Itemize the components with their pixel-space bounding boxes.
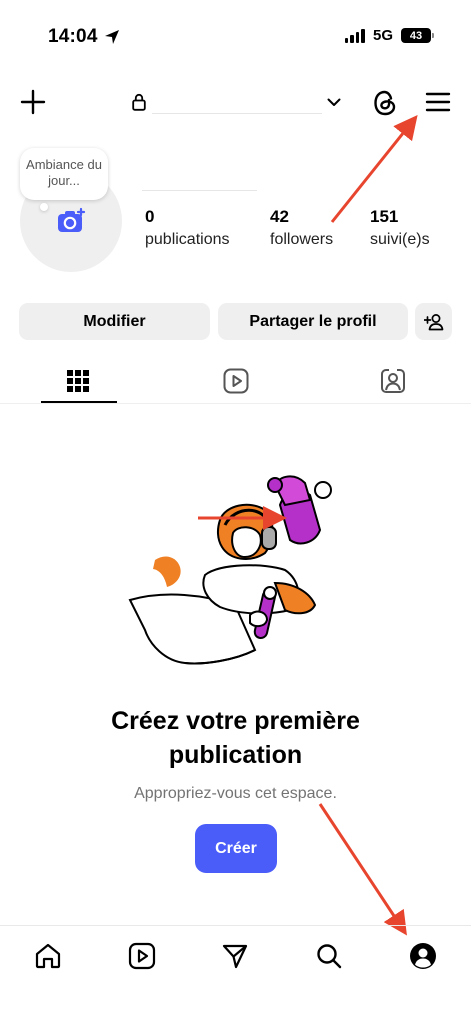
nav-home[interactable] bbox=[30, 938, 66, 974]
edit-profile-button[interactable]: Modifier bbox=[19, 303, 210, 340]
note-bubble[interactable]: Ambiance du jour... bbox=[20, 148, 108, 200]
network-type: 5G bbox=[372, 27, 393, 44]
battery-icon: 43 bbox=[401, 28, 434, 43]
bottom-nav-divider bbox=[0, 925, 471, 926]
home-icon bbox=[35, 943, 61, 969]
empty-state-title-line1: Créez votre première bbox=[111, 707, 360, 735]
status-time: 14:04 bbox=[48, 26, 120, 48]
status-indicators: 5G 43 bbox=[344, 27, 434, 44]
cellular-signal-icon bbox=[344, 28, 365, 43]
lock-icon bbox=[131, 92, 147, 112]
chevron-down-icon[interactable] bbox=[325, 94, 343, 110]
grid-icon bbox=[67, 370, 89, 392]
tab-tagged[interactable] bbox=[378, 367, 408, 395]
plus-icon[interactable] bbox=[19, 88, 47, 116]
empty-state-title-line2: publication bbox=[168, 741, 303, 769]
profile-name bbox=[142, 167, 257, 191]
share-profile-button[interactable]: Partager le profil bbox=[218, 303, 408, 340]
stat-label: publications bbox=[145, 231, 230, 248]
tab-reels[interactable] bbox=[221, 367, 251, 395]
username[interactable] bbox=[152, 88, 322, 114]
stat-value: 151 bbox=[370, 207, 399, 226]
nav-send[interactable] bbox=[217, 938, 253, 974]
location-arrow-icon bbox=[104, 30, 119, 44]
stat-publications[interactable]: 0 publications bbox=[145, 207, 230, 249]
add-person-button[interactable] bbox=[415, 303, 452, 340]
tabs-divider bbox=[0, 403, 471, 404]
empty-state-subtitle: Appropriez-vous cet espace. bbox=[134, 785, 337, 802]
create-button[interactable]: Créer bbox=[195, 824, 277, 873]
nav-profile[interactable] bbox=[405, 938, 441, 974]
stat-following[interactable]: 151 suivi(e)s bbox=[370, 207, 430, 249]
empty-state-illustration bbox=[125, 465, 350, 680]
note-bubble-tail bbox=[40, 203, 48, 211]
stat-label: followers bbox=[270, 231, 334, 248]
hamburger-menu-icon[interactable] bbox=[423, 88, 453, 116]
add-person-icon bbox=[423, 313, 443, 330]
stat-value: 42 bbox=[270, 207, 289, 226]
send-icon bbox=[222, 944, 248, 969]
search-icon bbox=[317, 944, 342, 969]
nav-reels[interactable] bbox=[124, 938, 160, 974]
tagged-icon bbox=[381, 369, 405, 393]
reels-icon bbox=[223, 368, 249, 394]
nav-search[interactable] bbox=[311, 938, 347, 974]
stat-label: suivi(e)s bbox=[370, 231, 430, 248]
stat-value: 0 bbox=[145, 207, 155, 226]
reels-icon bbox=[128, 942, 156, 970]
add-photo-icon bbox=[58, 207, 86, 232]
profile-icon bbox=[410, 943, 436, 969]
tab-grid[interactable] bbox=[64, 367, 92, 395]
stat-followers[interactable]: 42 followers bbox=[270, 207, 333, 249]
threads-icon[interactable] bbox=[370, 88, 400, 118]
